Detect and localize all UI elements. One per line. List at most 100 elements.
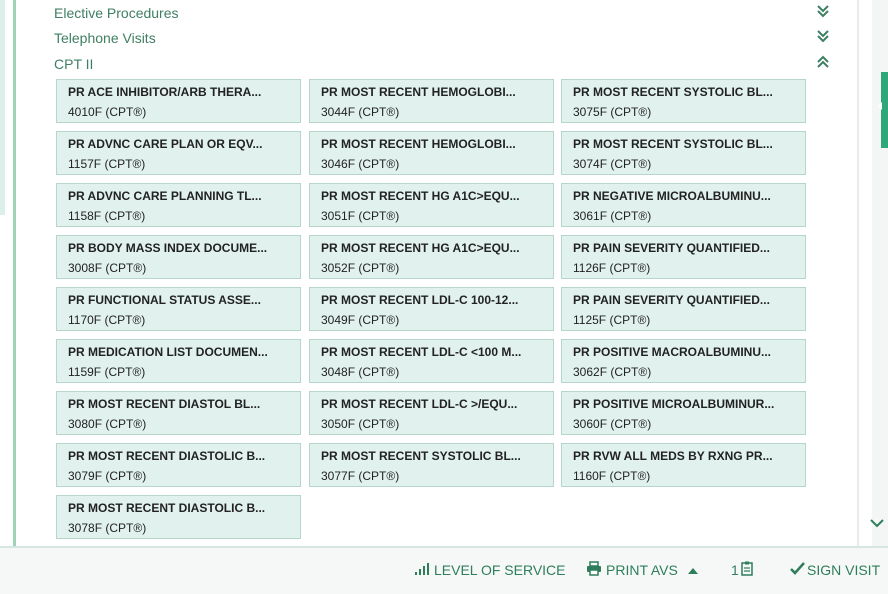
caret-up-icon[interactable] bbox=[687, 562, 698, 578]
procedure-name: PR MOST RECENT HG A1C>EQU... bbox=[321, 189, 520, 203]
procedure-code: 3079F (CPT®) bbox=[68, 469, 147, 483]
procedure-name: PR MOST RECENT HEMOGLOBI... bbox=[321, 85, 516, 99]
double-chevron-down-icon[interactable] bbox=[816, 28, 834, 48]
procedure-code: 1157F (CPT®) bbox=[68, 157, 146, 171]
procedure-name: PR NEGATIVE MICROALBUMINU... bbox=[573, 189, 771, 203]
procedure-code: 3044F (CPT®) bbox=[321, 105, 400, 119]
procedure-name: PR MOST RECENT LDL-C >/EQU... bbox=[321, 397, 518, 411]
section-label: CPT II bbox=[54, 56, 94, 72]
procedure-code: 3060F (CPT®) bbox=[573, 417, 652, 431]
procedure-tile[interactable]: PR ACE INHIBITOR/ARB THERA... 4010F (CPT®… bbox=[56, 79, 301, 123]
print-avs-button[interactable]: PRINT AVS bbox=[586, 558, 698, 582]
procedure-tile[interactable]: PR MOST RECENT LDL-C <100 M... 3048F (CPT… bbox=[309, 339, 554, 383]
procedure-name: PR MOST RECENT LDL-C <100 M... bbox=[321, 345, 522, 359]
section-label: Telephone Visits bbox=[54, 30, 156, 46]
procedure-name: PR MOST RECENT DIASTOL BL... bbox=[68, 397, 261, 411]
procedure-name: PR PAIN SEVERITY QUANTIFIED... bbox=[573, 241, 770, 255]
procedure-code: 1170F (CPT®) bbox=[68, 313, 146, 327]
section-elective-procedures[interactable]: Elective Procedures bbox=[54, 1, 834, 25]
sign-visit-label: SIGN VISIT bbox=[807, 562, 881, 578]
procedure-code: 3049F (CPT®) bbox=[321, 313, 400, 327]
procedure-name: PR POSITIVE MACROALBUMINU... bbox=[573, 345, 772, 359]
procedure-tile[interactable]: PR NEGATIVE MICROALBUMINU... 3061F (CPT®) bbox=[561, 183, 806, 227]
procedure-code: 4010F (CPT®) bbox=[68, 105, 147, 119]
procedure-tile[interactable]: PR MOST RECENT DIASTOLIC B... 3078F (CPT®… bbox=[56, 495, 301, 539]
procedure-tile[interactable]: PR MOST RECENT LDL-C >/EQU... 3050F (CPT®… bbox=[309, 391, 554, 435]
checkmark-icon bbox=[790, 562, 805, 578]
procedure-name: PR MOST RECENT SYSTOLIC BL... bbox=[321, 449, 521, 463]
procedure-tile[interactable]: PR BODY MASS INDEX DOCUME... 3008F (CPT®) bbox=[56, 235, 301, 279]
panel-left-edge bbox=[13, 0, 16, 546]
print-avs-label: PRINT AVS bbox=[606, 562, 678, 578]
procedure-code: 3062F (CPT®) bbox=[573, 365, 652, 379]
procedure-name: PR MOST RECENT DIASTOLIC B... bbox=[68, 449, 266, 463]
procedure-tile[interactable]: PR MOST RECENT SYSTOLIC BL... 3075F (CPT®… bbox=[561, 79, 806, 123]
double-chevron-down-icon[interactable] bbox=[816, 3, 834, 23]
procedure-tile[interactable]: PR MOST RECENT HEMOGLOBI... 3044F (CPT®) bbox=[309, 79, 554, 123]
procedure-name: PR MOST RECENT HG A1C>EQU... bbox=[321, 241, 520, 255]
procedure-tile[interactable]: PR PAIN SEVERITY QUANTIFIED... 1125F (CPT… bbox=[561, 287, 806, 331]
procedure-tile[interactable]: PR MEDICATION LIST DOCUMEN... 1159F (CPT®… bbox=[56, 339, 301, 383]
footer-divider bbox=[0, 546, 888, 548]
sign-visit-button[interactable]: SIGN VISIT bbox=[790, 558, 880, 582]
procedure-code: 3074F (CPT®) bbox=[573, 157, 652, 171]
procedure-tile[interactable]: PR MOST RECENT HG A1C>EQU... 3051F (CPT®) bbox=[309, 183, 554, 227]
procedure-name: PR RVW ALL MEDS BY RXNG PR... bbox=[573, 449, 773, 463]
procedure-tile[interactable]: PR MOST RECENT HEMOGLOBI... 3046F (CPT®) bbox=[309, 131, 554, 175]
procedure-name: PR ADVNC CARE PLAN OR EQV... bbox=[68, 137, 263, 151]
clipboard-icon bbox=[741, 561, 753, 579]
level-of-service-label: LEVEL OF SERVICE bbox=[434, 562, 566, 578]
procedure-code: 3048F (CPT®) bbox=[321, 365, 400, 379]
panel-right-edge bbox=[857, 0, 859, 546]
procedure-tile[interactable]: PR ADVNC CARE PLANNING TL... 1158F (CPT®) bbox=[56, 183, 301, 227]
procedure-code: 1125F (CPT®) bbox=[573, 313, 651, 327]
procedure-name: PR FUNCTIONAL STATUS ASSE... bbox=[68, 293, 261, 307]
section-telephone-visits[interactable]: Telephone Visits bbox=[54, 26, 834, 50]
procedure-name: PR POSITIVE MICROALBUMINUR... bbox=[573, 397, 775, 411]
printer-icon bbox=[586, 561, 602, 579]
clipboard-button[interactable]: 1 bbox=[731, 558, 753, 582]
procedure-name: PR MOST RECENT HEMOGLOBI... bbox=[321, 137, 516, 151]
procedure-code: 3077F (CPT®) bbox=[321, 469, 400, 483]
procedure-code: 1159F (CPT®) bbox=[68, 365, 146, 379]
section-label: Elective Procedures bbox=[54, 5, 179, 21]
procedure-tile[interactable]: PR MOST RECENT DIASTOL BL... 3080F (CPT®) bbox=[56, 391, 301, 435]
procedure-tile[interactable]: PR MOST RECENT DIASTOLIC B... 3079F (CPT®… bbox=[56, 443, 301, 487]
scroll-down-chevron-icon[interactable] bbox=[866, 512, 888, 532]
procedure-tile[interactable]: PR FUNCTIONAL STATUS ASSE... 1170F (CPT®) bbox=[56, 287, 301, 331]
procedure-name: PR ACE INHIBITOR/ARB THERA... bbox=[68, 85, 262, 99]
procedure-name: PR BODY MASS INDEX DOCUME... bbox=[68, 241, 268, 255]
procedure-tile[interactable]: PR POSITIVE MACROALBUMINU... 3062F (CPT®) bbox=[561, 339, 806, 383]
section-cpt-ii[interactable]: CPT II bbox=[54, 52, 834, 76]
outer-accent-stripe bbox=[0, 0, 5, 215]
procedure-name: PR MEDICATION LIST DOCUMEN... bbox=[68, 345, 268, 359]
procedure-tile[interactable]: PR PAIN SEVERITY QUANTIFIED... 1126F (CPT… bbox=[561, 235, 806, 279]
collapse-arrow-icon bbox=[878, 102, 882, 110]
procedure-tile[interactable]: PR MOST RECENT LDL-C 100-12... 3049F (CPT… bbox=[309, 287, 554, 331]
procedure-code: 1160F (CPT®) bbox=[573, 469, 651, 483]
procedure-code: 3075F (CPT®) bbox=[573, 105, 652, 119]
bar-chart-icon bbox=[414, 562, 430, 579]
procedure-code: 3078F (CPT®) bbox=[68, 521, 147, 535]
procedure-name: PR MOST RECENT SYSTOLIC BL... bbox=[573, 137, 773, 151]
double-chevron-up-icon[interactable] bbox=[816, 54, 834, 74]
procedure-name: PR MOST RECENT SYSTOLIC BL... bbox=[573, 85, 773, 99]
procedure-name: PR MOST RECENT LDL-C 100-12... bbox=[321, 293, 519, 307]
procedure-tile[interactable]: PR POSITIVE MICROALBUMINUR... 3060F (CPT®… bbox=[561, 391, 806, 435]
level-of-service-button[interactable]: LEVEL OF SERVICE bbox=[414, 558, 566, 582]
procedure-tile[interactable]: PR MOST RECENT HG A1C>EQU... 3052F (CPT®) bbox=[309, 235, 554, 279]
procedure-tile[interactable]: PR ADVNC CARE PLAN OR EQV... 1157F (CPT®) bbox=[56, 131, 301, 175]
scrollbar-thumb[interactable] bbox=[878, 72, 888, 148]
procedure-code: 3061F (CPT®) bbox=[573, 209, 652, 223]
procedure-code: 3080F (CPT®) bbox=[68, 417, 147, 431]
procedure-tile[interactable]: PR MOST RECENT SYSTOLIC BL... 3077F (CPT®… bbox=[309, 443, 554, 487]
procedure-name: PR ADVNC CARE PLANNING TL... bbox=[68, 189, 262, 203]
procedure-code: 1158F (CPT®) bbox=[68, 209, 146, 223]
clipboard-count: 1 bbox=[731, 562, 739, 578]
procedure-code: 3046F (CPT®) bbox=[321, 157, 400, 171]
procedure-name: PR MOST RECENT DIASTOLIC B... bbox=[68, 501, 266, 515]
procedure-code: 1126F (CPT®) bbox=[573, 261, 651, 275]
procedure-tile[interactable]: PR MOST RECENT SYSTOLIC BL... 3074F (CPT®… bbox=[561, 131, 806, 175]
procedure-tile[interactable]: PR RVW ALL MEDS BY RXNG PR... 1160F (CPT®… bbox=[561, 443, 806, 487]
procedure-name: PR PAIN SEVERITY QUANTIFIED... bbox=[573, 293, 770, 307]
